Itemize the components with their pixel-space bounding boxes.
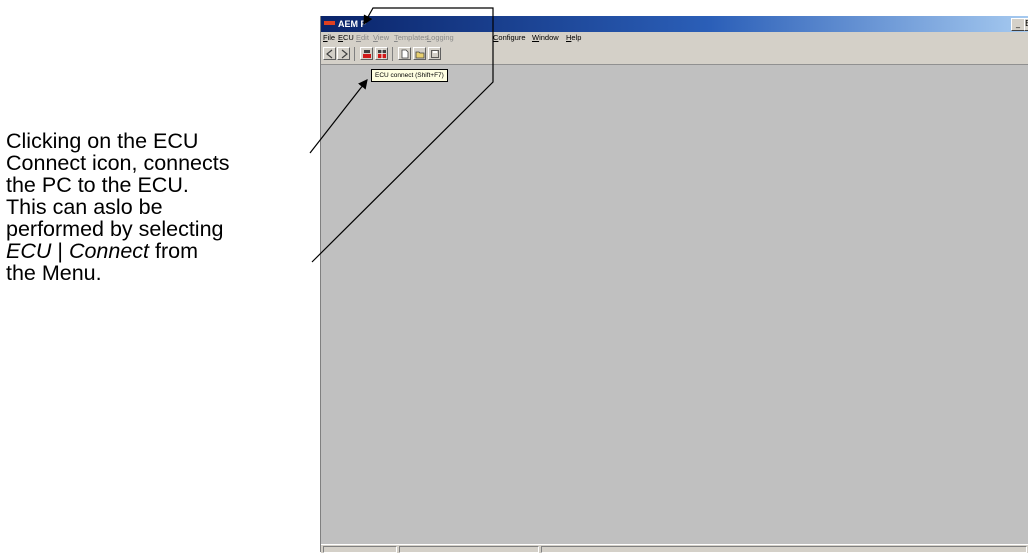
callout-line-to-menu <box>311 7 494 263</box>
callout-lines <box>309 7 494 263</box>
callout-line-to-icon <box>309 79 368 154</box>
